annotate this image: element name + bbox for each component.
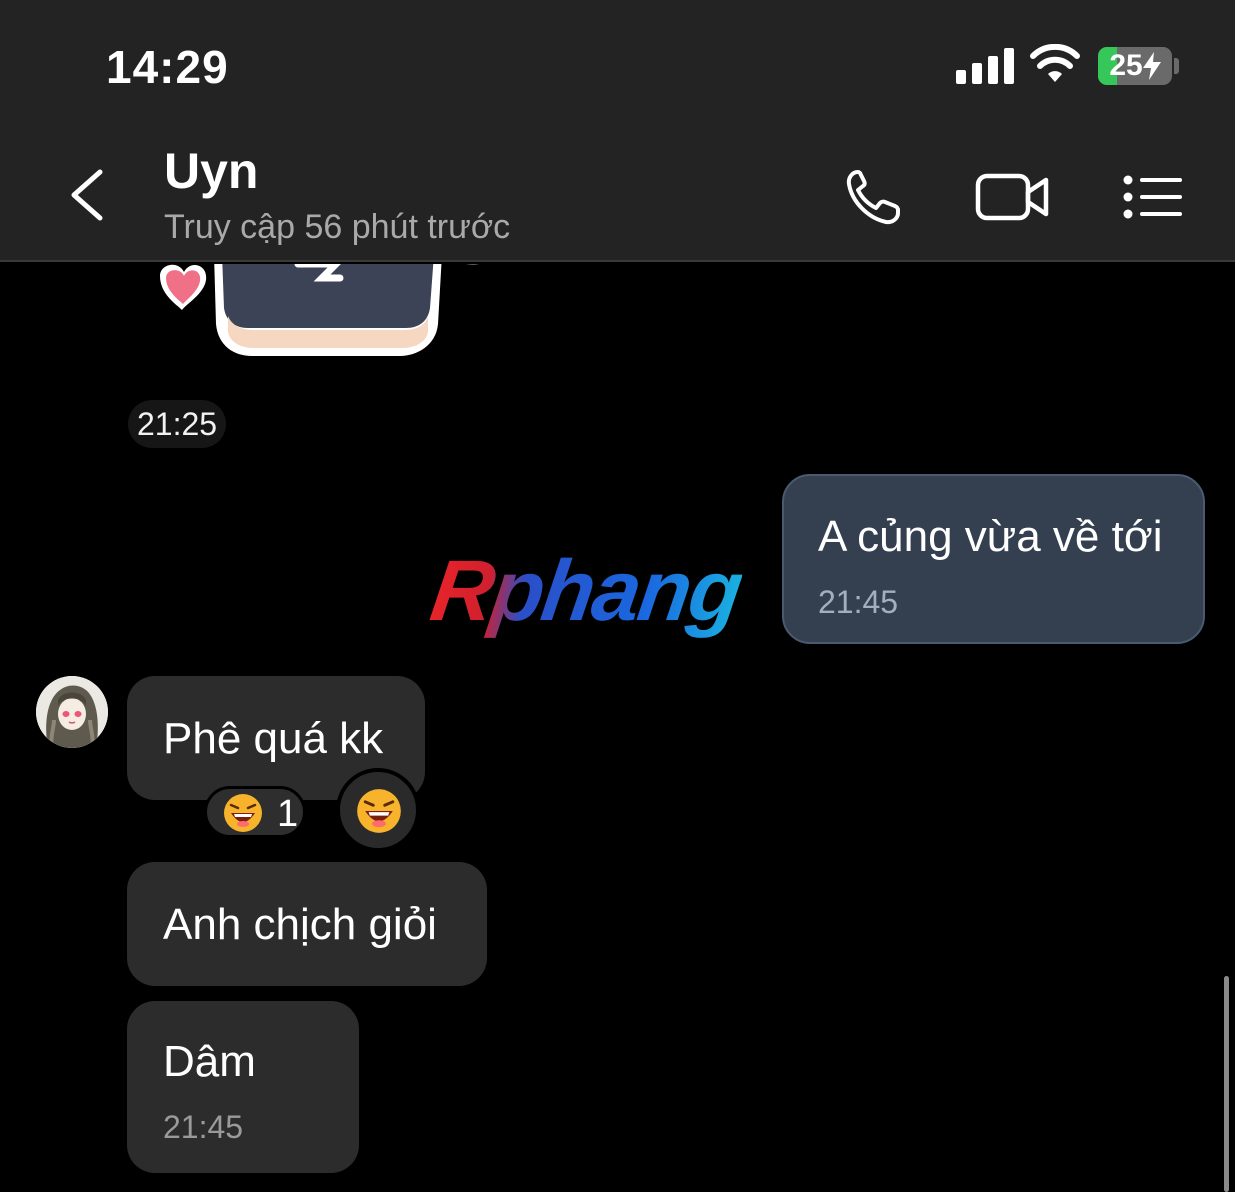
laughing-face-icon xyxy=(224,794,262,832)
battery-tip xyxy=(1174,58,1179,74)
incoming-message-bubble[interactable]: Anh chịch giỏi xyxy=(127,862,487,986)
message-text: Dâm xyxy=(163,1037,256,1086)
reaction-summary[interactable]: 1 xyxy=(204,786,306,838)
sticker-image[interactable] xyxy=(136,264,506,366)
laughing-face-icon xyxy=(357,789,401,833)
message-time: 21:45 xyxy=(163,1109,244,1145)
avatar-illustration xyxy=(36,676,108,748)
back-chevron-icon[interactable] xyxy=(58,160,118,230)
contact-avatar[interactable] xyxy=(36,676,108,748)
watermark-logo: Rphang xyxy=(425,543,747,639)
lightning-bolt-icon xyxy=(1142,52,1161,80)
add-reaction-button[interactable] xyxy=(336,768,420,852)
message-timestamp: 21:25 xyxy=(128,400,227,448)
reaction-count: 1 xyxy=(277,793,299,835)
battery-percent: 25 xyxy=(1109,49,1143,82)
status-bar: 14:29 25 xyxy=(0,0,1235,130)
video-camera-icon[interactable] xyxy=(972,162,1052,232)
battery-charging-icon: 25 xyxy=(1098,47,1172,85)
cellular-signal-icon xyxy=(956,48,1014,84)
message-text: Phê quá kk xyxy=(163,714,384,763)
message-time: 21:45 xyxy=(818,584,899,620)
menu-list-icon[interactable] xyxy=(1116,162,1196,232)
chat-header: Uyn Truy cập 56 phút trước xyxy=(0,130,1235,262)
scrollbar[interactable] xyxy=(1224,976,1229,1192)
phone-icon[interactable] xyxy=(836,162,916,232)
status-time: 14:29 xyxy=(106,41,229,93)
contact-last-seen: Truy cập 56 phút trước xyxy=(164,208,511,246)
message-text: Anh chịch giỏi xyxy=(163,900,437,949)
incoming-message-bubble[interactable]: Dâm 21:45 xyxy=(127,1001,359,1173)
outgoing-message-bubble[interactable]: A củng vừa về tới 21:45 xyxy=(782,474,1205,644)
contact-name[interactable]: Uyn xyxy=(164,142,258,200)
message-list[interactable]: 21:25 A củng vừa về tới 21:45 Rphang Phê… xyxy=(0,264,1235,1192)
wifi-icon xyxy=(1030,44,1080,82)
message-text: A củng vừa về tới xyxy=(818,512,1163,561)
